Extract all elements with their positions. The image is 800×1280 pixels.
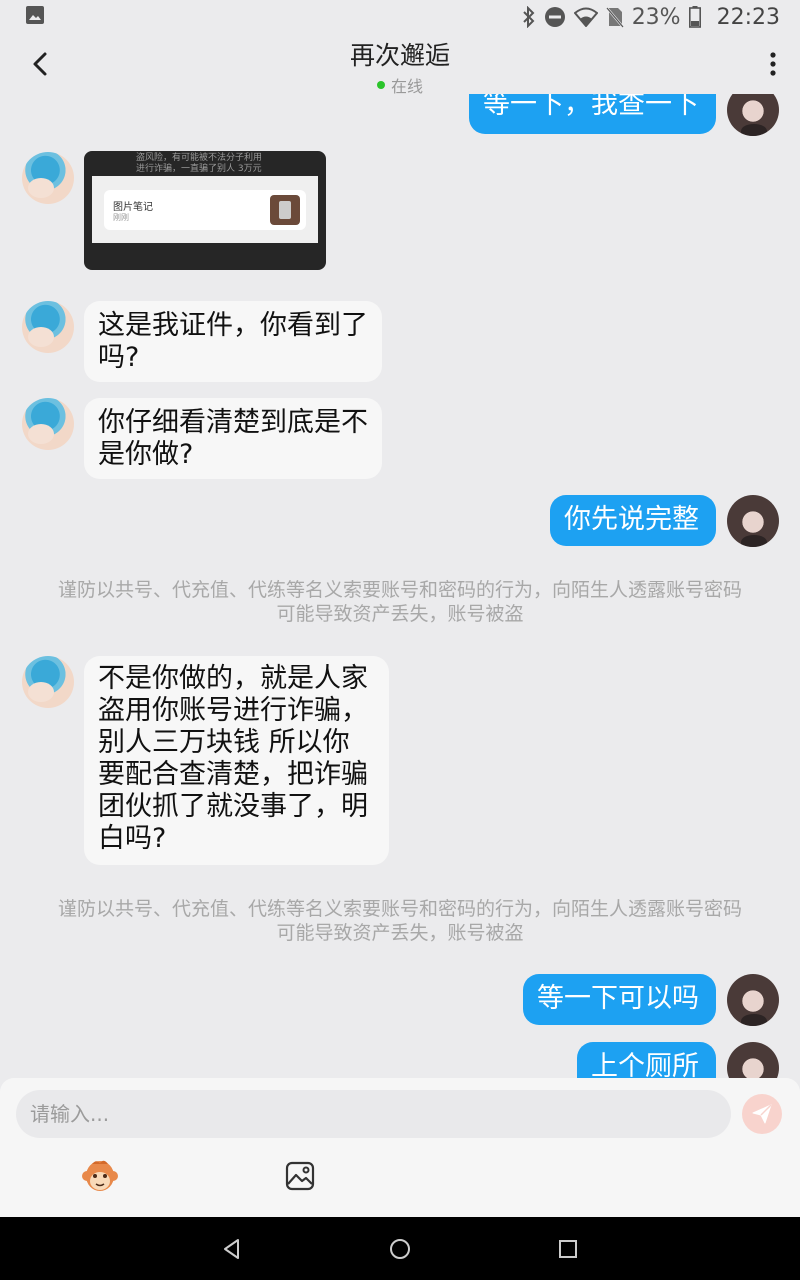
chat-header: 再次邂逅 在线 [0, 34, 800, 97]
message-text: 等一下，我查一下 [483, 94, 699, 120]
my-avatar[interactable] [727, 1042, 779, 1078]
message-text: 你先说完整 [564, 504, 699, 535]
message-input[interactable] [16, 1090, 731, 1138]
emoji-monkey-icon[interactable] [80, 1158, 120, 1194]
image-picker-icon[interactable] [284, 1160, 316, 1192]
contact-name: 再次邂逅 [349, 41, 450, 70]
message-text: 你仔细看清楚到底是不是你做? [98, 407, 368, 470]
status-bar: 23% 22:23 [0, 0, 800, 34]
note-card-time: 刚刚 [113, 213, 129, 222]
image-message[interactable]: 盗风险，有可能被不法分子利用 进行诈骗，一直骗了别人 3万元 图片笔记 刚刚 [84, 151, 326, 270]
security-notice: 谨防以共号、代充值、代练等名义索要账号和密码的行为，向陌生人透露账号密码 可能导… [57, 898, 742, 944]
image-caption-text: 盗风险，有可能被不法分子利用 进行诈骗，一直骗了别人 3万元 [136, 153, 263, 174]
nav-back-icon[interactable] [220, 1237, 244, 1261]
dnd-icon [544, 7, 565, 27]
my-avatar[interactable] [727, 94, 779, 136]
title-block: 再次邂逅 在线 [0, 36, 800, 97]
message-outgoing[interactable]: 等一下可以吗 [523, 974, 716, 1025]
nav-home-icon[interactable] [388, 1237, 412, 1261]
online-dot [376, 81, 385, 89]
message-outgoing[interactable]: 你先说完整 [550, 495, 716, 546]
bluetooth-icon [522, 6, 535, 28]
message-text: 这是我证件，你看到了吗? [98, 310, 368, 373]
my-avatar[interactable] [727, 495, 779, 547]
composer [0, 1078, 800, 1217]
message-outgoing[interactable]: 上个厕所 [577, 1042, 716, 1078]
contact-avatar[interactable] [22, 152, 74, 204]
security-notice: 谨防以共号、代充值、代练等名义索要账号和密码的行为，向陌生人透露账号密码 可能导… [57, 579, 742, 625]
more-vertical-icon[interactable] [766, 48, 780, 80]
message-incoming[interactable]: 你仔细看清楚到底是不是你做? [84, 398, 382, 479]
system-nav-bar [0, 1217, 800, 1280]
note-card-thumbnail [270, 195, 300, 225]
message-text: 等一下可以吗 [537, 983, 699, 1014]
contact-avatar[interactable] [22, 656, 74, 708]
battery-icon [688, 6, 701, 28]
note-card-title: 图片笔记 [113, 202, 153, 213]
contact-avatar[interactable] [22, 398, 74, 450]
message-text: 不是你做的，就是人家盗用你账号进行诈骗，别人三万块钱 所以你要配合查清楚，把诈骗… [98, 663, 368, 854]
message-outgoing[interactable]: 等一下，我查一下 [469, 94, 716, 134]
image-preview: 图片笔记 刚刚 [92, 176, 318, 243]
message-incoming[interactable]: 这是我证件，你看到了吗? [84, 301, 382, 382]
message-text: 上个厕所 [591, 1051, 699, 1078]
send-icon [752, 1104, 772, 1124]
contact-avatar[interactable] [22, 301, 74, 353]
message-list[interactable]: 等一下，我查一下 盗风险，有可能被不法分子利用 进行诈骗，一直骗了别人 3万元 … [0, 94, 800, 1078]
send-button[interactable] [742, 1094, 782, 1134]
note-card: 图片笔记 刚刚 [104, 190, 306, 230]
clock: 22:23 [716, 4, 780, 30]
battery-percent: 23% [631, 4, 681, 30]
nav-recents-icon[interactable] [556, 1237, 580, 1261]
wifi-icon [573, 7, 598, 27]
no-sim-icon [605, 7, 624, 28]
image-icon [26, 6, 44, 24]
message-incoming[interactable]: 不是你做的，就是人家盗用你账号进行诈骗，别人三万块钱 所以你要配合查清楚，把诈骗… [84, 656, 389, 865]
my-avatar[interactable] [727, 974, 779, 1026]
